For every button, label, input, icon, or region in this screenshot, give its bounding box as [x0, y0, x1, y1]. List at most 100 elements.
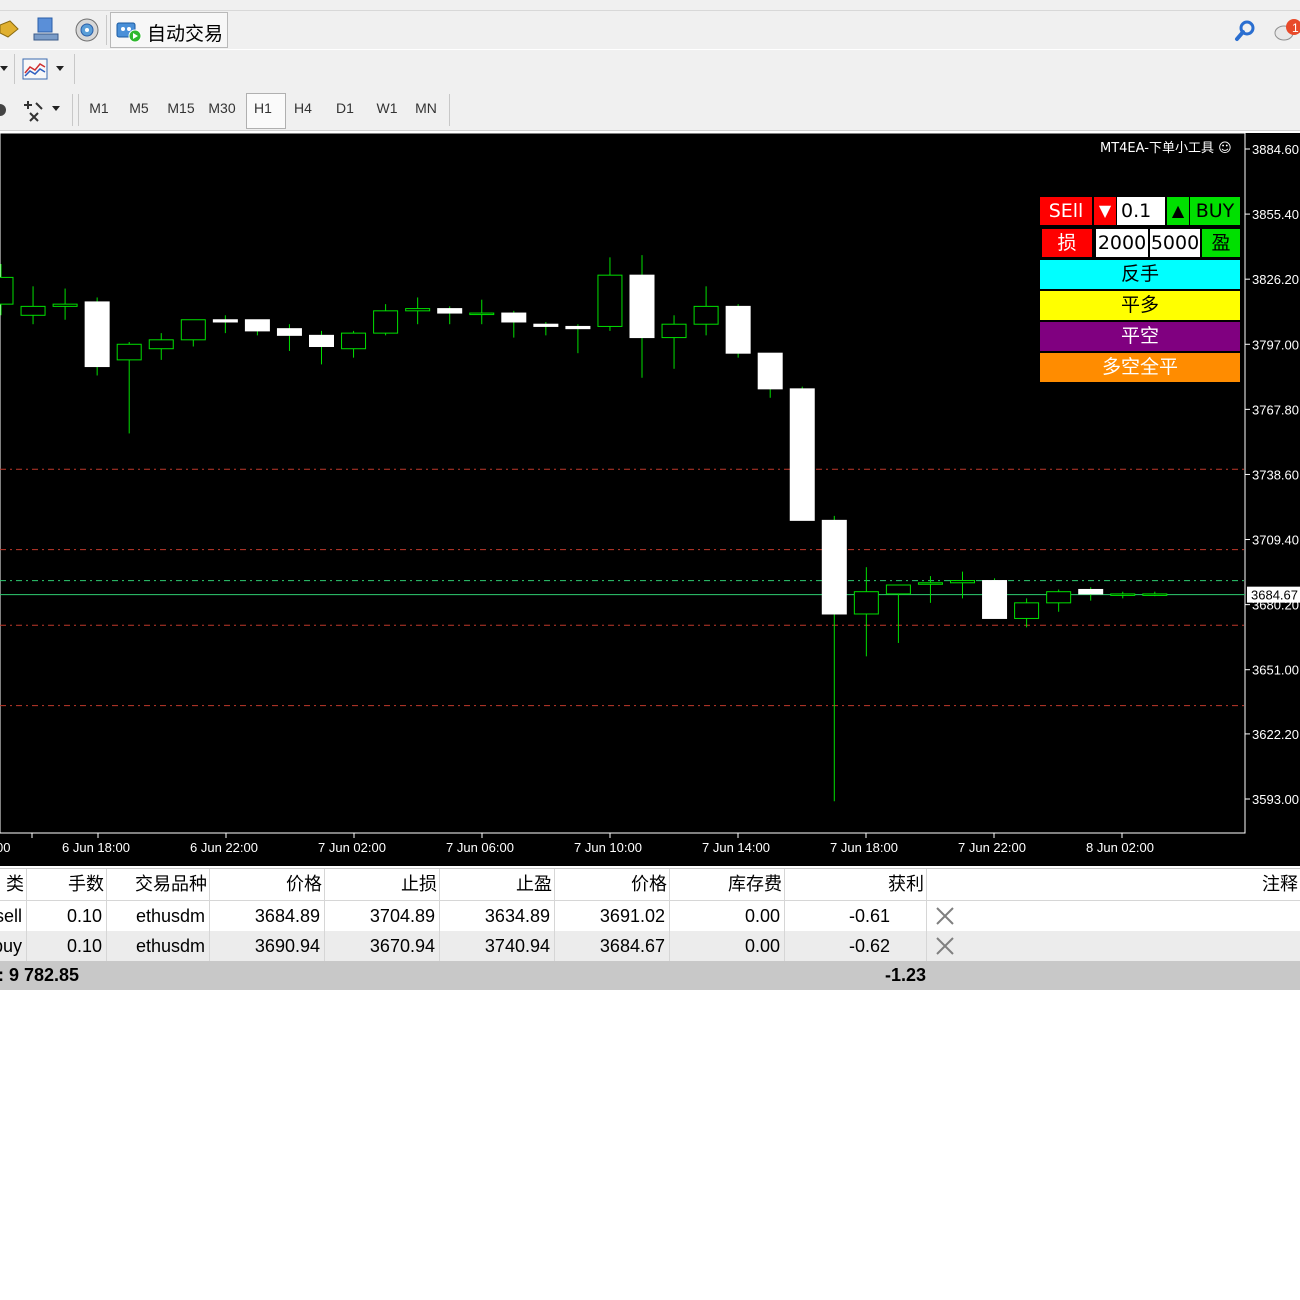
- candle-body: [917, 582, 943, 585]
- folder-icon[interactable]: [0, 19, 20, 41]
- candle-body: [821, 519, 847, 615]
- column-header: 手数: [68, 874, 104, 894]
- table-cell: sell: [0, 906, 22, 926]
- search-icon[interactable]: [1234, 19, 1258, 43]
- time-axis-label: 00: [0, 840, 10, 855]
- candle-body: [244, 319, 270, 332]
- candle-body: [0, 276, 14, 305]
- price-chart[interactable]: 3884.60 3855.40 3826.20 3797.00 3767.80 3738.…: [0, 133, 1300, 866]
- reverse-button[interactable]: 反手: [1040, 260, 1240, 289]
- timeframe-m5[interactable]: M5: [124, 100, 154, 122]
- candle-body: [725, 305, 751, 354]
- menu-bar: [0, 0, 1300, 11]
- candle-body: [84, 301, 110, 368]
- column-header: 止盈: [516, 874, 552, 894]
- column-divider: [209, 869, 210, 900]
- timeframe-m1[interactable]: M1: [84, 100, 114, 122]
- chevron-down-icon[interactable]: [56, 66, 66, 74]
- timeframe-m30[interactable]: M30: [204, 100, 240, 122]
- table-cell: 3684.89: [254, 906, 320, 926]
- candle-body: [405, 308, 431, 312]
- column-divider: [439, 901, 440, 931]
- table-cell: -0.62: [848, 936, 890, 956]
- history-center-icon[interactable]: [32, 16, 60, 44]
- table-cell: 0.00: [744, 906, 780, 926]
- notification-count: 1: [1292, 21, 1299, 35]
- buy-button[interactable]: BUY: [1190, 197, 1240, 225]
- column-divider: [26, 869, 27, 900]
- time-axis-label: 7 Jun 06:00: [446, 840, 514, 855]
- balance-summary: : 9 782.85: [0, 965, 80, 985]
- cursor-icon[interactable]: [0, 102, 8, 118]
- time-axis-label: 7 Jun 14:00: [702, 840, 770, 855]
- timeframe-m15[interactable]: M15: [164, 100, 198, 122]
- candle-body: [276, 328, 302, 336]
- orders-table: sell 0.10 ethusdm 3684.89 3704.89 3634.89 3691…: [0, 901, 1300, 990]
- column-header: 止损: [401, 874, 437, 894]
- price-axis-label: 3855.40: [1252, 207, 1299, 222]
- table-cell: 3740.94: [484, 936, 550, 956]
- auto-trading-icon: [116, 22, 142, 43]
- close-order-icon[interactable]: [935, 936, 955, 956]
- close-order-icon[interactable]: [935, 906, 955, 926]
- time-axis-label: 7 Jun 22:00: [958, 840, 1026, 855]
- timeframe-h4[interactable]: H4: [288, 100, 318, 122]
- timeframe-d1[interactable]: D1: [330, 100, 360, 122]
- price-axis-label: 3593.00: [1252, 792, 1299, 807]
- time-axis-label: 7 Jun 18:00: [830, 840, 898, 855]
- column-divider: [439, 869, 440, 900]
- total-profit: -1.23: [884, 965, 926, 985]
- objects-icon[interactable]: [20, 99, 46, 123]
- table-row[interactable]: buy 0.10 ethusdm 3690.94 3670.94 3740.94 3684.…: [0, 931, 1300, 962]
- table-cell: 3684.67: [599, 936, 665, 956]
- table-row[interactable]: sell 0.10 ethusdm 3684.89 3704.89 3634.89 3691…: [0, 901, 1300, 932]
- column-divider: [784, 931, 785, 961]
- standard-toolbar: 自动交易 1: [0, 11, 1300, 49]
- timeframe-mn[interactable]: MN: [410, 100, 442, 122]
- table-cell: 0.10: [66, 906, 102, 926]
- price-axis-label: 3767.80: [1252, 402, 1299, 417]
- candle-body: [597, 274, 623, 327]
- signals-icon[interactable]: [74, 17, 100, 43]
- take-profit-input[interactable]: 5000: [1150, 229, 1200, 257]
- stop-loss-input[interactable]: 2000: [1096, 229, 1148, 257]
- take-profit-label: 盈: [1202, 229, 1240, 257]
- timeframe-h1[interactable]: H1: [248, 100, 278, 122]
- price-axis-label: 3884.60: [1252, 142, 1299, 157]
- timeframe-w1[interactable]: W1: [372, 100, 402, 122]
- column-divider: [554, 869, 555, 900]
- time-axis-label: 7 Jun 10:00: [574, 840, 642, 855]
- column-divider: [784, 901, 785, 931]
- column-divider: [26, 901, 27, 931]
- close-short-button[interactable]: 平空: [1040, 322, 1240, 351]
- candle-body: [1046, 591, 1072, 604]
- candle-body: [982, 580, 1008, 619]
- close-all-button[interactable]: 多空全平: [1040, 353, 1240, 382]
- price-axis-label: 3797.00: [1252, 337, 1299, 352]
- lot-size-input[interactable]: 0.1: [1117, 197, 1165, 225]
- column-divider: [106, 901, 107, 931]
- chevron-down-icon[interactable]: [52, 106, 62, 114]
- column-divider: [554, 901, 555, 931]
- column-header: 价格: [286, 874, 322, 894]
- close-long-button[interactable]: 平多: [1040, 291, 1240, 320]
- sell-button[interactable]: SEll: [1040, 197, 1092, 225]
- lot-decrease-button[interactable]: ▼: [1094, 197, 1116, 225]
- column-divider: [784, 869, 785, 900]
- candle-body: [52, 303, 78, 307]
- candle-body: [148, 339, 174, 350]
- candle-body: [950, 580, 975, 584]
- candle-body: [789, 388, 815, 521]
- column-header: 库存费: [728, 874, 782, 894]
- auto-trading-label: 自动交易: [147, 24, 224, 45]
- candle-body: [693, 305, 719, 325]
- column-divider: [26, 931, 27, 961]
- notifications-icon[interactable]: 1: [1272, 17, 1300, 45]
- indicators-icon[interactable]: [22, 57, 50, 81]
- lot-increase-button[interactable]: ▲: [1167, 197, 1189, 225]
- price-axis-label: 3709.40: [1252, 533, 1299, 548]
- chevron-down-icon[interactable]: [0, 66, 10, 74]
- time-axis-label: 6 Jun 18:00: [62, 840, 130, 855]
- column-header: 获利: [888, 874, 924, 894]
- auto-trading-button[interactable]: 自动交易: [110, 12, 228, 48]
